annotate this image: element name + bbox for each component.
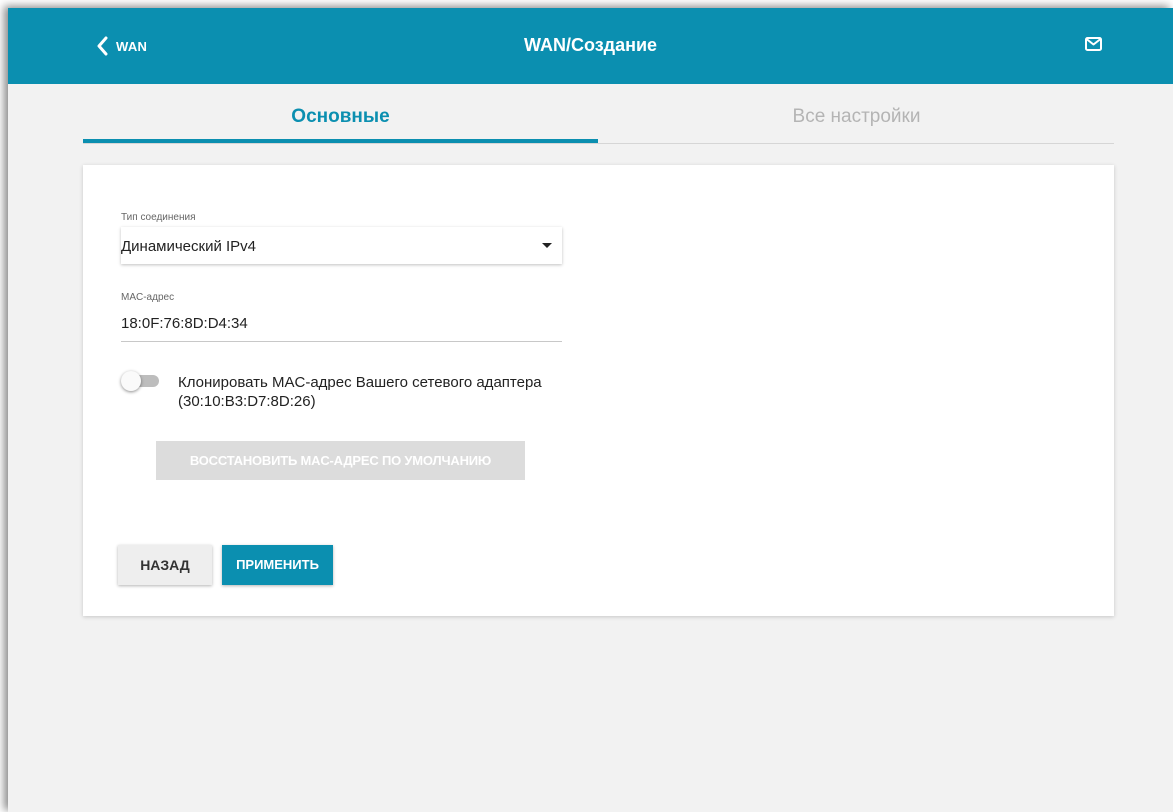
apply-button[interactable]: ПРИМЕНИТЬ bbox=[222, 545, 333, 585]
connection-type-select[interactable]: Динамический IPv4 bbox=[121, 227, 562, 264]
connection-type-label: Тип соединения bbox=[121, 212, 196, 223]
toggle-knob bbox=[121, 371, 141, 391]
mail-button[interactable] bbox=[1085, 37, 1102, 56]
tab-all-settings[interactable]: Все настройки bbox=[599, 103, 1114, 143]
mac-address-label: MAC-адрес bbox=[121, 292, 175, 303]
caret-down-icon bbox=[542, 243, 552, 248]
mail-icon bbox=[1085, 37, 1102, 51]
clone-mac-toggle[interactable] bbox=[121, 370, 161, 392]
restore-mac-button[interactable]: ВОССТАНОВИТЬ MAC-АДРЕС ПО УМОЛЧАНИЮ bbox=[156, 441, 525, 480]
top-bar: WAN WAN/Создание bbox=[8, 8, 1173, 84]
tab-basic[interactable]: Основные bbox=[83, 103, 598, 143]
clone-mac-label: Клонировать MAC-адрес Вашего сетевого ад… bbox=[178, 374, 542, 410]
settings-card: Тип соединения Динамический IPv4 MAC-адр… bbox=[83, 165, 1114, 616]
mac-address-input[interactable]: 18:0F:76:8D:D4:34 bbox=[121, 313, 562, 342]
back-button[interactable]: НАЗАД bbox=[118, 545, 212, 585]
page-title: WAN/Создание bbox=[523, 35, 658, 55]
app-window: WAN WAN/Создание Основные Все настройки … bbox=[8, 8, 1173, 812]
connection-type-value: Динамический IPv4 bbox=[121, 238, 257, 255]
tab-bar: Основные Все настройки bbox=[83, 103, 1114, 144]
